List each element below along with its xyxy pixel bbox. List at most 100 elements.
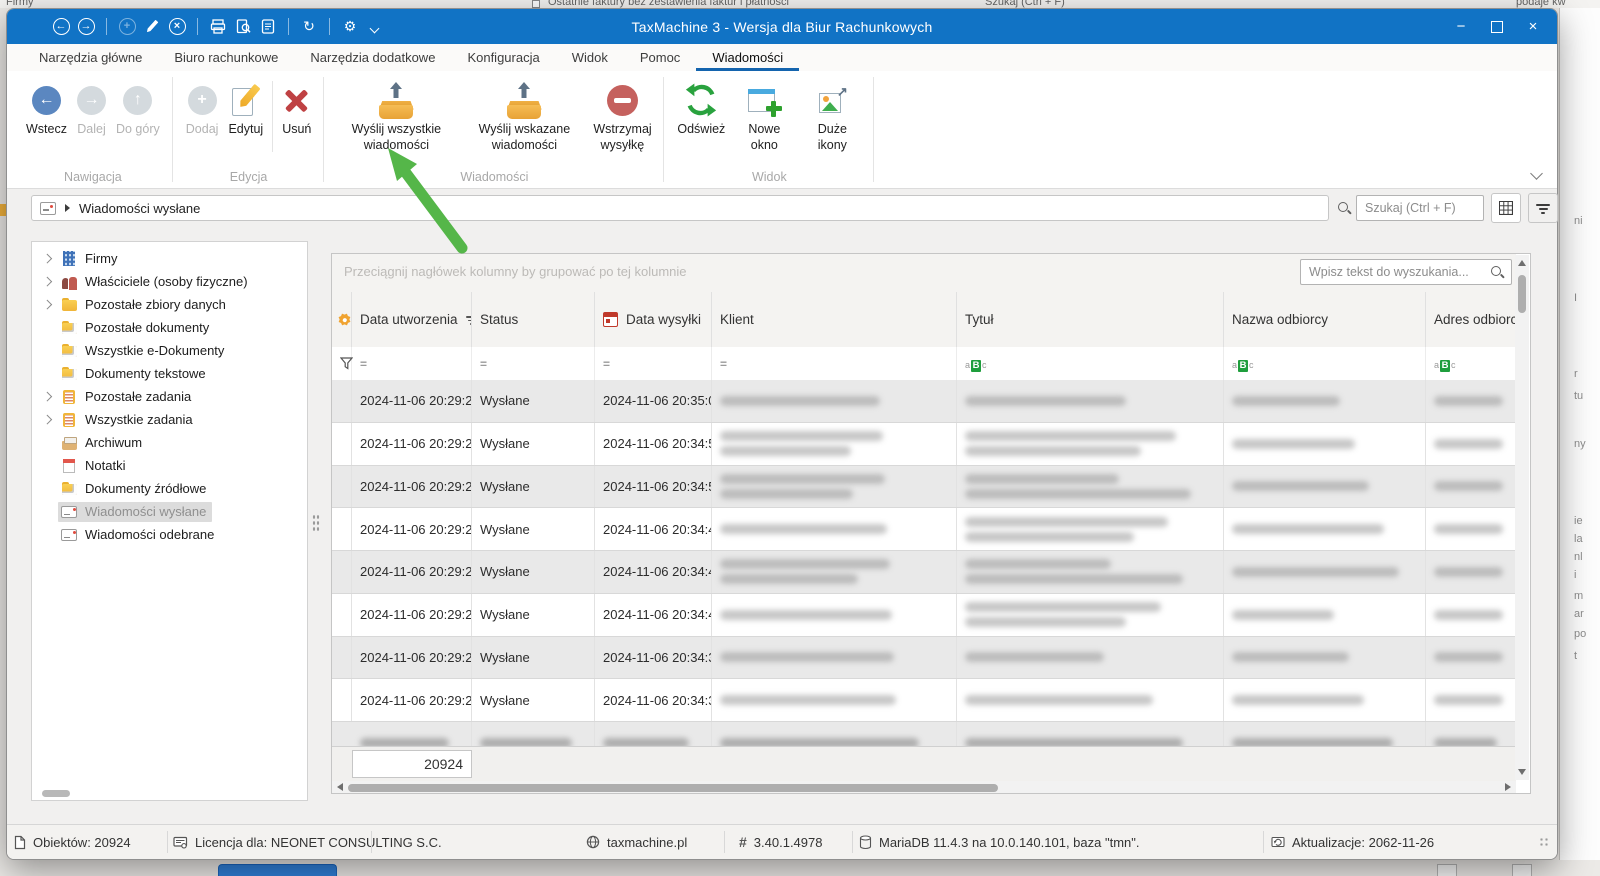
resize-grip[interactable] [1539,837,1549,847]
column-header-adres-odbiorcy[interactable]: Adres odbiorcy [1426,292,1517,347]
grid-search-icon [1490,265,1504,279]
ribbon-button-duże-ikony[interactable]: ↗Duże ikony [798,79,866,154]
message-row[interactable]: 2024-11-06 20:29:27Wysłane2024-11-06 20:… [332,508,1516,551]
tab-narzędzia-główne[interactable]: Narzędzia główne [23,44,158,71]
breadcrumb[interactable]: Wiadomości wysłane [31,195,1329,221]
ribbon-button-edytuj[interactable]: Edytuj [223,79,268,139]
message-row-partial[interactable] [332,722,1516,746]
message-row[interactable]: 2024-11-06 20:29:28Wysłane2024-11-06 20:… [332,466,1516,509]
filter-cell-nazwa-odbiorcy[interactable]: aBc [1224,347,1426,380]
cell-data-utworzenia: 2024-11-06 20:29:25 [352,679,472,721]
ribbon-button-wyślij-wszystkie-wiadomości[interactable]: Wyślij wszystkie wiadomości [332,79,460,154]
blur-streak [965,652,1104,662]
scroll-right-icon[interactable] [1505,783,1511,791]
message-row[interactable]: 2024-11-06 20:29:28Wysłane2024-11-06 20:… [332,423,1516,466]
forward-icon[interactable]: → [76,16,96,38]
column-header-data-utworzenia[interactable]: Data utworzenia [352,292,472,347]
sidebar-item-wszystkie-zadania[interactable]: Wszystkie zadania [32,408,307,431]
sidebar-item-archiwum[interactable]: Archiwum [32,431,307,454]
add-icon[interactable]: + [117,16,137,38]
filter-cell-klient[interactable]: = [712,347,957,380]
message-row[interactable]: 2024-11-06 20:29:27Wysłane2024-11-06 20:… [332,551,1516,594]
filter-cell-indicator[interactable] [332,347,352,380]
sidebar-item-właściciele-osoby-fizyczne-[interactable]: Właściciele (osoby fizyczne) [32,270,307,293]
sidebar-item-notatki[interactable]: Notatki [32,454,307,477]
redacted-content [1434,439,1516,449]
filter-cell-data-wysyłki[interactable]: = [595,347,712,380]
collapse-ribbon-icon[interactable] [1529,167,1545,181]
sidebar-item-pozostałe-zbiory-danych[interactable]: Pozostałe zbiory danych [32,293,307,316]
cell-data-wysyłki: 2024-11-06 20:34:53 [595,423,712,465]
sidebar-item-firmy[interactable]: Firmy [32,247,307,270]
filter-cell-tytuł[interactable]: aBc [957,347,1224,380]
message-row[interactable]: 2024-11-06 20:29:25Wysłane2024-11-06 20:… [332,637,1516,680]
scroll-up-icon[interactable] [1518,260,1526,266]
message-row[interactable]: 2024-11-06 20:29:29Wysłane2024-11-06 20:… [332,380,1516,423]
sidebar-item-wiadomości-odebrane[interactable]: Wiadomości odebrane [32,523,307,546]
column-header-data-wysyłki[interactable]: Data wysyłki [595,292,712,347]
sidebar-item-pozostałe-dokumenty[interactable]: Pozostałe dokumenty [32,316,307,339]
close-button[interactable]: × [1515,9,1551,44]
global-search-input[interactable] [1356,195,1484,221]
tab-widok[interactable]: Widok [556,44,624,71]
statusbar-separator [371,831,372,853]
filter-button[interactable] [1528,193,1558,223]
sidebar-item-pozostałe-zadania[interactable]: Pozostałe zadania [32,385,307,408]
ribbon-group-label: Edycja [173,170,325,184]
export-document-icon[interactable] [258,16,278,38]
tab-narzędzia-dodatkowe[interactable]: Narzędzia dodatkowe [294,44,451,71]
column-header-tytuł[interactable]: Tytuł [957,292,1224,347]
grid-view-button[interactable] [1491,193,1521,223]
ribbon-button-label: Do góry [116,122,160,138]
print-icon[interactable] [208,16,228,38]
sidebar-item-dokumenty-tekstowe[interactable]: Dokumenty tekstowe [32,362,307,385]
filter-cell-data-utworzenia[interactable]: = [352,347,472,380]
column-header-status[interactable]: Status [472,292,595,347]
expand-chevron-icon[interactable] [42,301,52,308]
filter-cell-adres-odbiorcy[interactable]: aBc [1426,347,1517,380]
tab-wiadomości[interactable]: Wiadomości [696,44,799,71]
column-header-nazwa-odbiorcy[interactable]: Nazwa odbiorcy [1224,292,1426,347]
ribbon-button-odśwież[interactable]: Odśwież [672,79,730,139]
sidebar-item-dokumenty-źródłowe[interactable]: Dokumenty źródłowe [32,477,307,500]
hscroll-thumb[interactable] [348,784,998,792]
vscroll-thumb[interactable] [1518,275,1526,313]
ribbon-button-usuń[interactable]: Usuń [277,79,316,139]
column-header-indicator[interactable] [332,292,352,347]
back-icon[interactable]: ← [51,16,71,38]
scroll-left-icon[interactable] [337,783,343,791]
ribbon-button-wstrzymaj-wysyłkę[interactable]: Wstrzymaj wysyłkę [588,79,656,154]
minimize-button[interactable]: − [1443,9,1479,44]
statusbar-separator [724,831,725,853]
archive-icon [61,435,78,451]
sidebar-item-wszystkie-e-dokumenty[interactable]: Wszystkie e-Dokumenty [32,339,307,362]
expand-chevron-icon[interactable] [42,416,52,423]
splitter-handle[interactable] [312,514,320,532]
message-row[interactable]: 2024-11-06 20:29:26Wysłane2024-11-06 20:… [332,594,1516,637]
sidebar-item-wiadomości-wysłane[interactable]: Wiadomości wysłane [32,500,307,523]
ribbon-button-wstecz[interactable]: ←Wstecz [21,79,72,139]
tree-hscroll-thumb[interactable] [42,790,70,797]
equals-filter-icon: = [603,357,610,371]
sidebar-item-label: Pozostałe zadania [85,389,191,404]
ribbon-button-wyślij-wskazane-wiadomości[interactable]: Wyślij wskazane wiadomości [460,79,588,154]
scroll-down-icon[interactable] [1518,769,1526,775]
edit-icon[interactable] [142,16,162,38]
column-header-klient[interactable]: Klient [712,292,957,347]
tab-konfiguracja[interactable]: Konfiguracja [451,44,555,71]
horizontal-scrollbar[interactable] [332,781,1516,794]
tab-biuro-rachunkowe[interactable]: Biuro rachunkowe [158,44,294,71]
expand-chevron-icon[interactable] [42,278,52,285]
maximize-button[interactable] [1479,9,1515,44]
expand-chevron-icon[interactable] [42,393,52,400]
grid-search-input[interactable] [1300,259,1512,285]
delete-icon[interactable]: × [167,16,187,38]
ribbon-button-nowe-okno[interactable]: Nowe okno [730,79,798,154]
message-row[interactable]: 2024-11-06 20:29:25Wysłane2024-11-06 20:… [332,679,1516,722]
filter-cell-status[interactable]: = [472,347,595,380]
vertical-scrollbar[interactable] [1515,255,1529,780]
tab-pomoc[interactable]: Pomoc [624,44,696,71]
circle-plus-icon: + [188,80,217,120]
expand-chevron-icon[interactable] [42,255,52,262]
print-preview-icon[interactable] [233,16,253,38]
